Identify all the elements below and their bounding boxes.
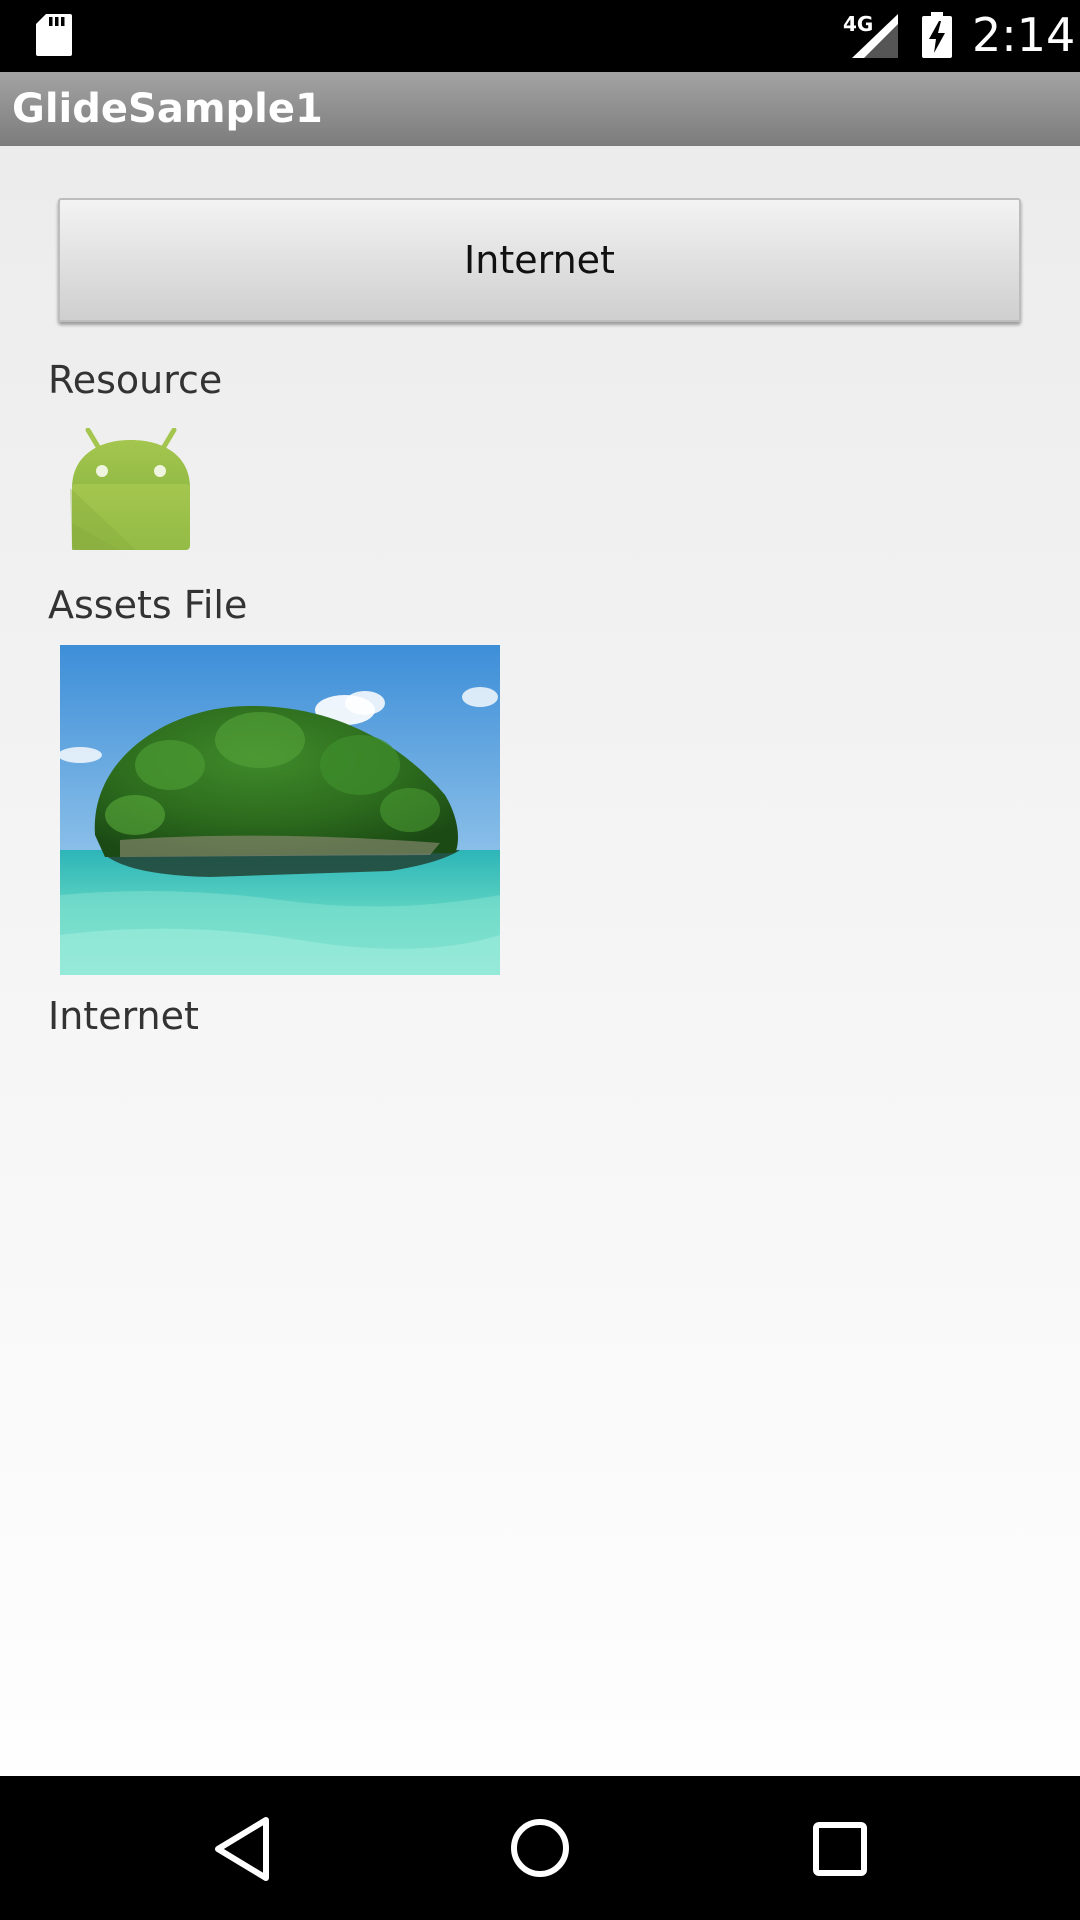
recents-icon[interactable] bbox=[813, 1822, 867, 1876]
status-clock: 2:14 bbox=[972, 8, 1076, 62]
sd-card-icon bbox=[36, 14, 72, 56]
internet-label: Internet bbox=[48, 994, 199, 1038]
signal-icon bbox=[852, 14, 898, 58]
status-bar: 4G 2:14 bbox=[0, 0, 1080, 72]
assets-file-label: Assets File bbox=[48, 583, 248, 627]
app-title: GlideSample1 bbox=[12, 86, 323, 132]
internet-button[interactable]: Internet bbox=[58, 198, 1021, 322]
app-bar: GlideSample1 bbox=[0, 72, 1080, 146]
island-photo bbox=[60, 645, 500, 975]
navigation-bar bbox=[0, 1776, 1080, 1920]
main-content: Internet Resource Assets File Internet bbox=[0, 146, 1080, 1776]
home-icon[interactable] bbox=[510, 1818, 570, 1878]
android-robot-icon bbox=[70, 428, 190, 550]
battery-charging-icon bbox=[922, 12, 952, 58]
back-icon[interactable] bbox=[212, 1816, 272, 1882]
resource-label: Resource bbox=[48, 358, 223, 402]
